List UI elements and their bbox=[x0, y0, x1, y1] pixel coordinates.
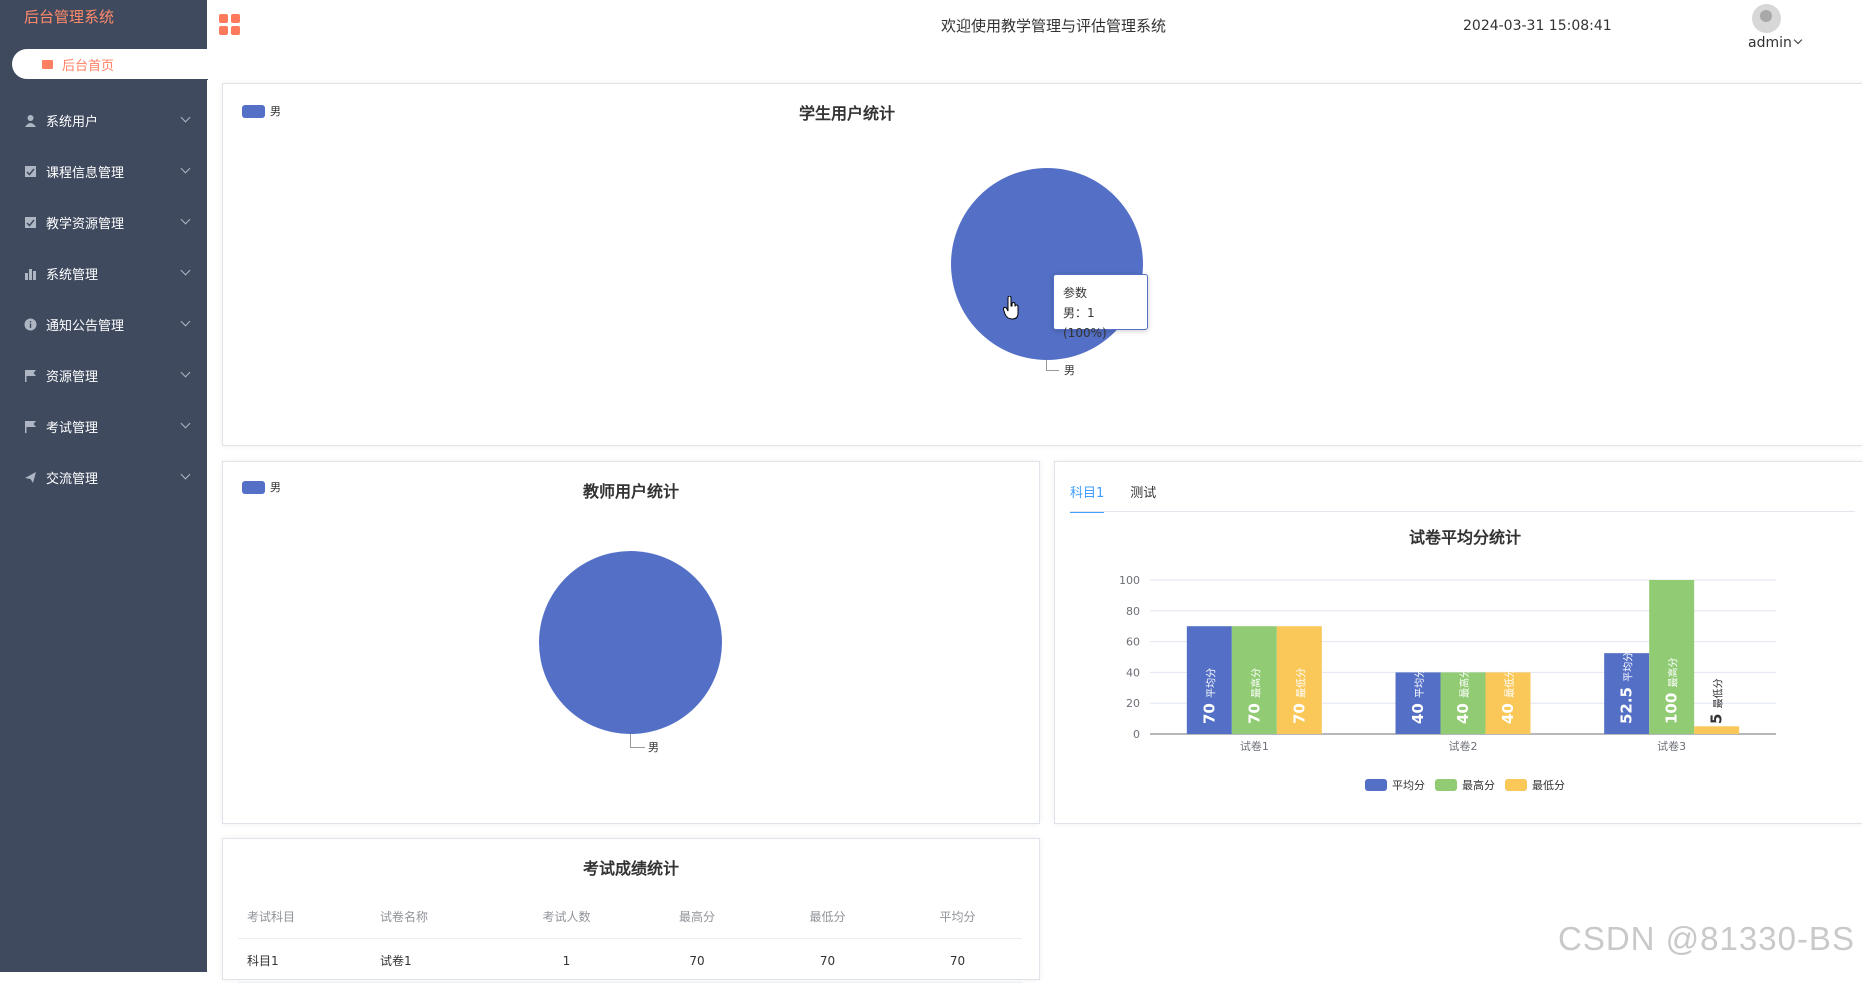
table-cell: 70 bbox=[689, 953, 705, 968]
tab-test[interactable]: 测试 bbox=[1130, 482, 1156, 513]
sidebar-item-teaching-resources[interactable]: 教学资源管理 bbox=[0, 197, 207, 248]
card-title: 考试成绩统计 bbox=[582, 859, 679, 878]
y-tick-label: 40 bbox=[1126, 666, 1140, 679]
menu-toggle-icon[interactable] bbox=[219, 14, 240, 35]
checkbox-icon bbox=[25, 217, 36, 228]
table-cell: 70 bbox=[819, 953, 836, 968]
sidebar-item-label: 考试管理 bbox=[46, 421, 99, 436]
sidebar-item-label: 课程信息管理 bbox=[46, 166, 125, 181]
bar-chart: 试卷平均分统计02040608010070 平均分70 最高分70 最低分试卷1… bbox=[1119, 528, 1776, 792]
y-tick-label: 80 bbox=[1126, 605, 1140, 618]
sidebar-item-notices[interactable]: 通知公告管理 bbox=[0, 299, 207, 350]
y-tick-label: 100 bbox=[1119, 574, 1140, 587]
monitor-icon bbox=[42, 59, 53, 69]
sidebar-item-label: 系统管理 bbox=[46, 268, 99, 283]
sidebar-item-label: 交流管理 bbox=[46, 472, 99, 487]
table-header-cell: 考试人数 bbox=[542, 910, 591, 924]
tooltip-value: 男：1 (100%) bbox=[1063, 306, 1107, 340]
avatar[interactable] bbox=[1752, 4, 1781, 33]
send-icon bbox=[25, 472, 36, 483]
table-header-cell: 最高分 bbox=[678, 910, 715, 924]
tabs-divider bbox=[1070, 511, 1855, 512]
flag-icon bbox=[25, 370, 36, 382]
sidebar-item-label: 通知公告管理 bbox=[46, 319, 125, 334]
sidebar-item-label: 教学资源管理 bbox=[46, 217, 125, 232]
chevron-down-icon bbox=[180, 112, 191, 123]
table-cell: 科目1 bbox=[247, 954, 279, 968]
x-tick-label: 试卷3 bbox=[1657, 739, 1686, 753]
sidebar-item-label: 系统用户 bbox=[46, 115, 99, 130]
flag-icon bbox=[25, 421, 36, 433]
chevron-down-icon bbox=[180, 418, 191, 429]
chevron-down-icon bbox=[180, 163, 191, 174]
welcome-text: 欢迎使用教学管理与评估管理系统 bbox=[941, 17, 1167, 35]
table-cell: 1 bbox=[562, 953, 571, 968]
chevron-down-icon bbox=[180, 367, 191, 378]
sidebar-item-home[interactable]: 后台首页 bbox=[12, 49, 208, 79]
pie-label: 男 bbox=[1064, 364, 1075, 377]
pie-label: 男 bbox=[648, 741, 659, 754]
legend-swatch bbox=[1435, 779, 1457, 791]
datetime: 2024-03-31 15:08:41 bbox=[1463, 18, 1612, 34]
table-header-cell: 最低分 bbox=[809, 910, 846, 924]
table-cell: 试卷1 bbox=[380, 954, 412, 968]
card-title: 教师用户统计 bbox=[582, 482, 679, 501]
pie-label-line bbox=[630, 734, 645, 748]
legend-label: 平均分 bbox=[1392, 779, 1425, 792]
sidebar-menu: 系统用户 课程信息管理 教学资源管理 系统管理 通知公告管理 资源管理 考试管理… bbox=[0, 95, 207, 503]
chevron-down-icon bbox=[180, 469, 191, 480]
legend-swatch bbox=[1505, 779, 1527, 791]
y-tick-label: 20 bbox=[1126, 697, 1140, 710]
pie-label-line bbox=[1046, 360, 1059, 371]
chevron-down-icon bbox=[180, 316, 191, 327]
subject-tabs: 科目1 测试 bbox=[1070, 482, 1182, 513]
legend-label: 最低分 bbox=[1532, 779, 1565, 792]
pie-slice[interactable] bbox=[539, 551, 722, 734]
bar-data-label: 5 最低分 bbox=[1708, 678, 1726, 724]
chart-title: 试卷平均分统计 bbox=[1409, 528, 1521, 547]
chart-tooltip: 参数 男：1 (100%) bbox=[1053, 274, 1148, 340]
checkbox-icon bbox=[25, 166, 36, 177]
hand-cursor-icon bbox=[1003, 296, 1019, 320]
legend-swatch bbox=[1365, 779, 1387, 791]
legend-label: 最高分 bbox=[1462, 778, 1495, 792]
chevron-down-icon bbox=[180, 214, 191, 225]
sidebar-item-course-info[interactable]: 课程信息管理 bbox=[0, 146, 207, 197]
chevron-down-icon bbox=[1793, 35, 1803, 45]
sidebar-item-label: 后台首页 bbox=[62, 58, 115, 74]
y-tick-label: 0 bbox=[1133, 728, 1140, 741]
table-row: 科目1 试卷1 1 70 70 70 bbox=[238, 939, 1022, 983]
sidebar-item-label: 资源管理 bbox=[46, 370, 99, 385]
sidebar-item-system-users[interactable]: 系统用户 bbox=[0, 95, 207, 146]
info-icon bbox=[24, 318, 37, 331]
chevron-down-icon bbox=[180, 265, 191, 276]
sidebar-item-communication[interactable]: 交流管理 bbox=[0, 452, 207, 503]
table-header-cell: 考试科目 bbox=[247, 910, 296, 924]
x-tick-label: 试卷1 bbox=[1240, 739, 1269, 753]
card-title: 学生用户统计 bbox=[798, 104, 895, 123]
table-cell: 70 bbox=[949, 953, 966, 968]
user-menu[interactable]: admin bbox=[1748, 35, 1792, 51]
table-header-row: 考试科目 试卷名称 考试人数 最高分 最低分 平均分 bbox=[238, 895, 1022, 939]
x-tick-label: 试卷2 bbox=[1449, 739, 1478, 753]
table-header-cell: 试卷名称 bbox=[380, 910, 429, 924]
tab-subject-1[interactable]: 科目1 bbox=[1070, 482, 1105, 513]
tooltip-title: 参数 bbox=[1063, 286, 1088, 300]
y-tick-label: 60 bbox=[1126, 636, 1140, 649]
bar bbox=[1694, 726, 1740, 734]
user-icon bbox=[25, 115, 36, 127]
sidebar-item-resources[interactable]: 资源管理 bbox=[0, 350, 207, 401]
sidebar-item-system-management[interactable]: 系统管理 bbox=[0, 248, 207, 299]
bar-chart-icon bbox=[25, 269, 36, 280]
exam-score-table: 考试科目 试卷名称 考试人数 最高分 最低分 平均分科目1 试卷1 1 70 70 70 bbox=[238, 895, 1022, 983]
sidebar-item-exams[interactable]: 考试管理 bbox=[0, 401, 207, 452]
table-header-cell: 平均分 bbox=[939, 910, 976, 924]
brand-title: 后台管理系统 bbox=[24, 8, 115, 26]
watermark: CSDN @81330-BS bbox=[1558, 920, 1855, 957]
brand-tab: 后台管理系统 bbox=[0, 0, 207, 48]
